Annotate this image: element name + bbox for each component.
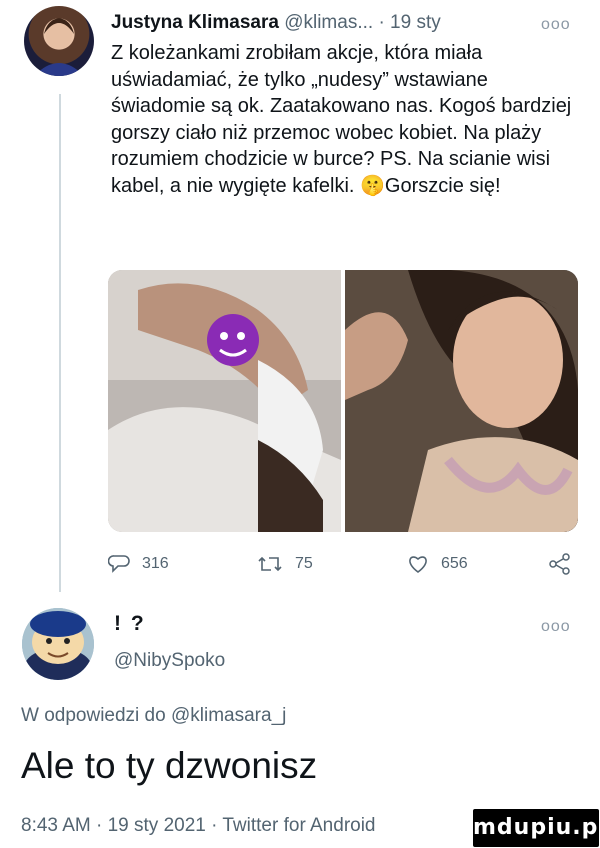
in-reply-handle[interactable]: @klimasara_j	[171, 705, 286, 726]
retweet-count: 75	[295, 555, 313, 572]
author-handle[interactable]: @klimas...	[284, 12, 373, 33]
like-icon	[409, 556, 427, 573]
in-reply-prefix: W odpowiedzi do	[21, 705, 166, 726]
in-reply-to: W odpowiedzi do @klimasara_j	[21, 705, 286, 727]
reply-author-handle[interactable]: @NibySpoko	[114, 650, 225, 672]
share-action[interactable]	[548, 553, 572, 575]
reply-avatar-art	[22, 608, 94, 680]
reply-text: Ale to ty dzwonisz	[21, 745, 318, 786]
reply-action[interactable]: 316	[108, 553, 169, 575]
tweet-time[interactable]: · 19 sty	[378, 12, 440, 33]
reply-more-icon[interactable]: ooo	[541, 618, 571, 636]
tweet-media[interactable]	[108, 270, 578, 532]
like-action[interactable]: 656	[407, 553, 468, 575]
author-avatar[interactable]	[24, 6, 94, 76]
thread-line	[59, 94, 61, 592]
like-count: 656	[441, 555, 468, 572]
tweet-actions: 316 75 656	[108, 553, 578, 577]
reply-avatar[interactable]	[22, 608, 94, 680]
avatar-art	[34, 18, 84, 76]
reply-meta: 8:43 AM · 19 sty 2021 · Twitter for Andr…	[21, 815, 376, 836]
tweet-text: Z koleżankami zrobiłam akcje, która miał…	[111, 42, 572, 197]
watermark: mdupiu.pl	[473, 809, 600, 847]
author-name[interactable]: Justyna Klimasara	[111, 12, 279, 33]
tweet-header: Justyna Klimasara @klimas... · 19 sty	[111, 12, 441, 34]
reply-count: 316	[142, 555, 169, 572]
reply-author-name[interactable]: ! ?	[114, 612, 146, 636]
retweet-action[interactable]: 75	[257, 553, 313, 575]
media-images	[108, 270, 578, 532]
reply-icon	[108, 555, 130, 573]
share-icon	[549, 553, 570, 575]
more-icon[interactable]: ooo	[541, 16, 571, 34]
retweet-icon	[258, 556, 282, 572]
